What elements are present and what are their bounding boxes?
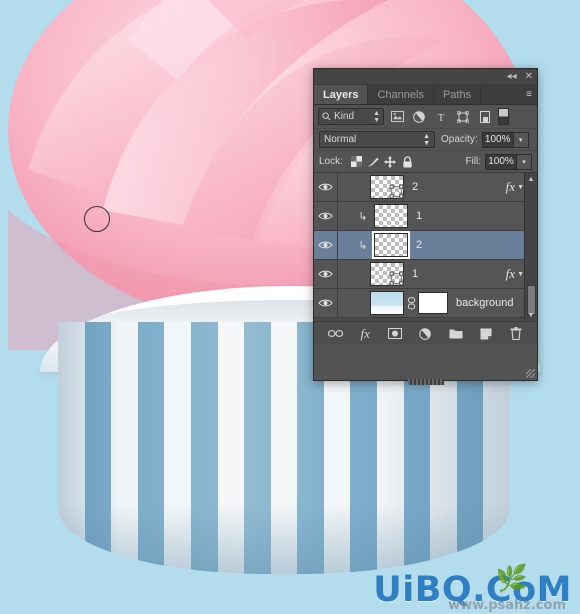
- eye-icon: [318, 241, 333, 249]
- wrapper-bottom-shading: [58, 504, 510, 574]
- filter-kind-label: Kind: [334, 111, 355, 122]
- eye-icon: [318, 270, 333, 278]
- watermark-sub-text: www.psahz.com: [448, 598, 566, 613]
- chevron-down-icon[interactable]: ▼: [517, 271, 524, 278]
- leaf-icon: 🌿: [495, 563, 528, 593]
- panel-tabs[interactable]: Layers Channels Paths ≡: [314, 85, 537, 105]
- layer-name-label: 1: [412, 268, 419, 280]
- layer-thumbnail[interactable]: [370, 262, 404, 286]
- link-layers-button[interactable]: [325, 324, 345, 344]
- add-layer-mask-button[interactable]: [385, 324, 405, 344]
- svg-text:T: T: [438, 112, 445, 123]
- lock-position-icon[interactable]: [382, 154, 399, 170]
- eye-icon: [318, 299, 333, 307]
- chevron-down-icon[interactable]: ▼: [517, 184, 524, 191]
- fill-caret-icon[interactable]: ▾: [517, 153, 532, 170]
- layer-name-label: background: [456, 297, 514, 309]
- layer-row[interactable]: 2 fx ▼: [314, 173, 537, 202]
- fill-label: Fill:: [465, 156, 481, 167]
- layer-name-label: 2: [416, 239, 423, 251]
- lock-all-icon[interactable]: [399, 154, 416, 170]
- lock-label: Lock:: [319, 156, 343, 167]
- fill-input[interactable]: 100%: [485, 153, 517, 170]
- lock-row[interactable]: Lock: Fill: 100% ▾: [314, 151, 537, 173]
- filter-adjustment-layers-icon[interactable]: [410, 108, 428, 126]
- layer-row[interactable]: background: [314, 289, 537, 318]
- layer-visibility-toggle[interactable]: [314, 231, 338, 259]
- eye-icon: [318, 183, 333, 191]
- tab-layers-label: Layers: [323, 88, 359, 101]
- layer-thumbnail[interactable]: [372, 231, 410, 259]
- watermark: UiBQ.CoM www.psahz.com: [373, 573, 572, 613]
- layer-thumbnail[interactable]: [370, 175, 404, 199]
- opacity-input[interactable]: 100%: [481, 131, 514, 148]
- new-layer-button[interactable]: [476, 324, 496, 344]
- filter-shape-layers-icon[interactable]: [454, 108, 472, 126]
- fx-label: fx: [505, 266, 516, 281]
- layer-mask-thumbnail[interactable]: [418, 292, 448, 314]
- collapse-icon[interactable]: ◂◂: [507, 70, 517, 84]
- chevron-updown-icon: ▲ ▼: [423, 132, 430, 147]
- layer-name-label: 2: [412, 181, 419, 193]
- layer-thumbnail[interactable]: [374, 204, 408, 228]
- fx-label: fx: [505, 179, 516, 194]
- vector-shape-badge: [389, 184, 404, 199]
- layers-panel[interactable]: ◂◂ ✕ Layers Channels Paths ≡ Kind ▲ ▼ T …: [313, 68, 538, 385]
- panel-grip[interactable]: [407, 379, 444, 385]
- screenshot-root: UiBQ.CoM www.psahz.com 🌿 ◂◂ ✕ Layers Cha…: [0, 0, 580, 614]
- clipping-mask-indicator: ↳: [358, 239, 368, 252]
- scroll-down-icon[interactable]: ▼: [525, 309, 537, 321]
- layer-row[interactable]: 1 fx ▼: [314, 260, 537, 289]
- layer-visibility-toggle[interactable]: [314, 173, 338, 201]
- scroll-up-icon[interactable]: ▲: [525, 173, 537, 185]
- layer-list[interactable]: 2 fx ▼ ↳ 1 ↳ 2 1 fx ▼ background ▲ ▼: [314, 173, 537, 321]
- layer-row[interactable]: ↳ 1: [314, 202, 537, 231]
- opacity-caret-icon[interactable]: ▾: [513, 131, 529, 148]
- layer-row[interactable]: ↳ 2: [314, 231, 537, 260]
- new-adjustment-layer-button[interactable]: [415, 324, 435, 344]
- mask-link-icon[interactable]: [404, 296, 418, 310]
- new-group-button[interactable]: [446, 324, 466, 344]
- blend-mode-select[interactable]: Normal ▲ ▼: [319, 131, 435, 148]
- search-icon: [322, 112, 331, 121]
- lock-image-pixels-icon[interactable]: [365, 154, 382, 170]
- delete-layer-button[interactable]: [506, 324, 526, 344]
- tab-channels[interactable]: Channels: [368, 85, 434, 104]
- panel-resize-handle[interactable]: [526, 369, 535, 378]
- filter-enable-toggle[interactable]: [498, 108, 509, 125]
- blend-mode-row[interactable]: Normal ▲ ▼ Opacity: 100% ▾: [314, 129, 537, 151]
- layer-thumbnail[interactable]: [370, 291, 404, 315]
- layer-visibility-toggle[interactable]: [314, 202, 338, 230]
- vector-shape-badge: [389, 271, 404, 286]
- filter-kind-select[interactable]: Kind ▲ ▼: [318, 108, 384, 125]
- lock-transparent-pixels-icon[interactable]: [348, 154, 365, 170]
- eye-icon: [318, 212, 333, 220]
- layer-filter-row[interactable]: Kind ▲ ▼ T: [314, 105, 537, 129]
- filter-smart-objects-icon[interactable]: [476, 108, 494, 126]
- panel-titlebar[interactable]: ◂◂ ✕: [314, 69, 537, 85]
- clipping-mask-indicator: ↳: [358, 210, 368, 223]
- opacity-label: Opacity:: [441, 134, 478, 145]
- chevron-updown-icon: ▲ ▼: [373, 109, 380, 124]
- tab-layers[interactable]: Layers: [314, 85, 369, 104]
- panel-menu-icon[interactable]: ≡: [526, 89, 532, 100]
- layer-visibility-toggle[interactable]: [314, 260, 338, 288]
- layer-visibility-toggle[interactable]: [314, 289, 338, 317]
- layer-list-scrollbar[interactable]: ▲ ▼: [524, 173, 537, 321]
- filter-type-layers-icon[interactable]: T: [432, 108, 450, 126]
- filter-pixel-layers-icon[interactable]: [388, 108, 406, 126]
- brush-cursor: [84, 206, 110, 232]
- tab-paths[interactable]: Paths: [434, 85, 482, 104]
- tab-channels-label: Channels: [377, 88, 424, 101]
- close-icon[interactable]: ✕: [525, 70, 533, 84]
- tab-paths-label: Paths: [442, 88, 472, 101]
- layer-style-fx-button[interactable]: fx: [355, 324, 375, 344]
- panel-bottom-toolbar[interactable]: fx: [314, 321, 537, 385]
- layer-name-label: 1: [416, 210, 423, 222]
- blend-mode-value: Normal: [324, 134, 357, 145]
